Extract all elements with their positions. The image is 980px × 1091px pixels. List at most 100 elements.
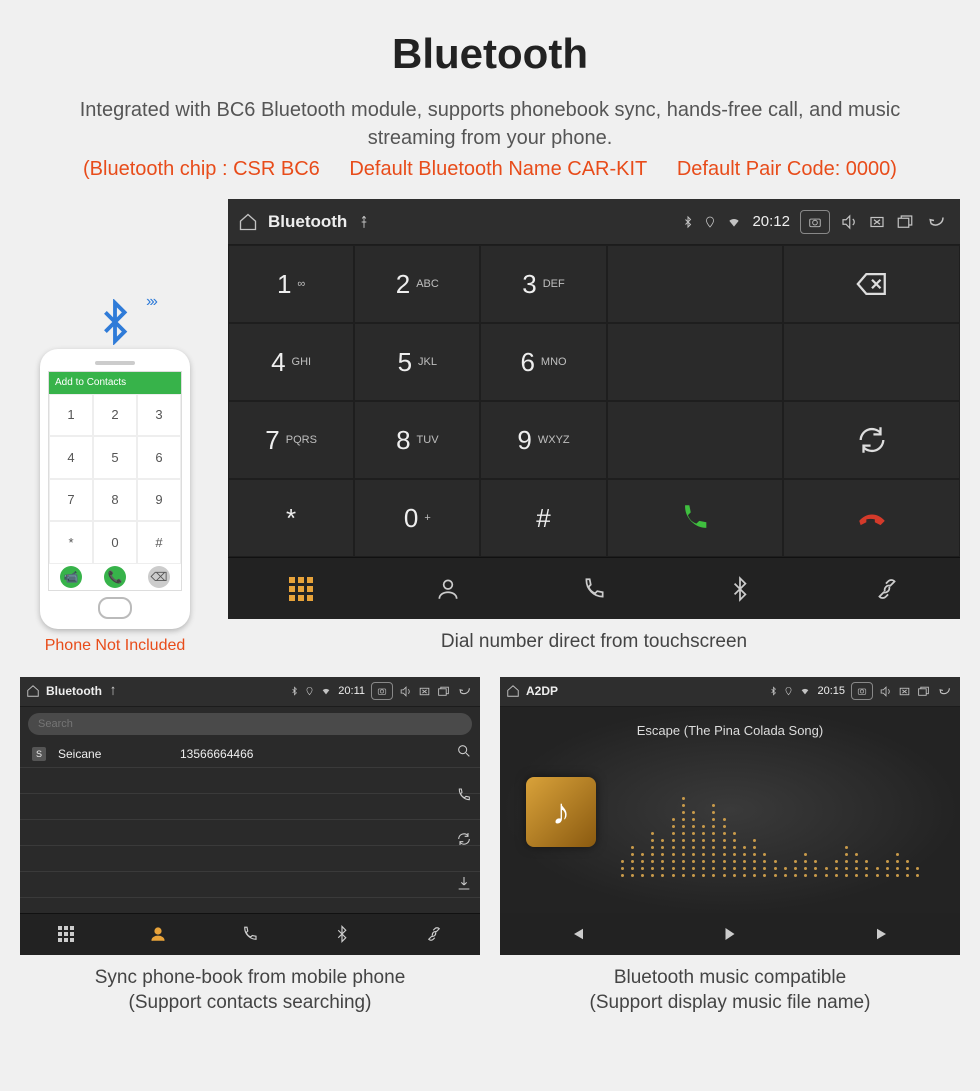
- search-icon[interactable]: [456, 743, 472, 759]
- home-icon[interactable]: [506, 684, 520, 698]
- hangup-button[interactable]: [783, 479, 960, 557]
- album-art-icon: ♪: [526, 777, 596, 847]
- page-title: Bluetooth: [20, 30, 960, 78]
- volume-icon[interactable]: [879, 685, 892, 698]
- volume-icon[interactable]: [840, 213, 858, 231]
- refresh-button[interactable]: [783, 401, 960, 479]
- phone-not-included: Phone Not Included: [45, 637, 186, 655]
- contact-badge: S: [32, 747, 46, 761]
- recent-apps-icon[interactable]: [896, 213, 914, 231]
- wifi-icon: [799, 686, 811, 696]
- search-input[interactable]: [28, 713, 472, 735]
- recent-apps-icon[interactable]: [917, 685, 930, 698]
- contacts-caption: Sync phone-book from mobile phone (Suppo…: [95, 965, 406, 1016]
- empty-row: [20, 872, 480, 898]
- page-subtitle: Integrated with BC6 Bluetooth module, su…: [60, 96, 920, 152]
- camera-icon[interactable]: [800, 210, 830, 234]
- nav-calllog[interactable]: [521, 558, 667, 619]
- phone-mock: Add to Contacts 123456789*0# 📹 📞 ⌫: [40, 349, 190, 629]
- back-icon[interactable]: [936, 685, 954, 698]
- a2dp-title: A2DP: [526, 684, 558, 698]
- nav-contacts[interactable]: [112, 914, 204, 955]
- dial-key-2[interactable]: 2ABC: [354, 245, 480, 323]
- status-time: 20:12: [752, 213, 790, 230]
- back-icon[interactable]: [456, 685, 474, 698]
- dialer-screen: Bluetooth 20:12: [228, 199, 960, 619]
- nav-bluetooth[interactable]: [667, 558, 813, 619]
- dial-key-3[interactable]: 3DEF: [480, 245, 606, 323]
- spec-line: (Bluetooth chip : CSR BC6 Default Blueto…: [20, 158, 960, 181]
- spec-name: Default Bluetooth Name CAR-KIT: [349, 158, 647, 180]
- phone-key: 3: [137, 394, 181, 437]
- contacts-screen: Bluetooth 20:11: [20, 677, 480, 955]
- usb-icon: [108, 686, 118, 696]
- dial-key-0[interactable]: 0+: [354, 479, 480, 557]
- close-icon[interactable]: [898, 685, 911, 698]
- a2dp-screen: A2DP 20:15 Escape (The Pina Colada Song)…: [500, 677, 960, 955]
- phone-key: 7: [49, 479, 93, 522]
- empty-row: [20, 846, 480, 872]
- phone-key: 5: [93, 436, 137, 479]
- nav-bluetooth[interactable]: [296, 914, 388, 955]
- dialer-title: Bluetooth: [268, 212, 347, 232]
- dial-key-4[interactable]: 4GHI: [228, 323, 354, 401]
- spec-chip: (Bluetooth chip : CSR BC6: [83, 158, 320, 180]
- phone-key: 1: [49, 394, 93, 437]
- usb-icon: [357, 215, 371, 229]
- close-icon[interactable]: [868, 213, 886, 231]
- contact-row[interactable]: SSeicane13566664466: [20, 741, 480, 768]
- next-track-button[interactable]: [807, 913, 960, 955]
- nav-pair[interactable]: [814, 558, 960, 619]
- dial-key-6[interactable]: 6MNO: [480, 323, 606, 401]
- empty-cell: [607, 323, 784, 401]
- location-icon: [704, 214, 716, 230]
- dial-key-*[interactable]: *: [228, 479, 354, 557]
- bluetooth-status-icon: [769, 685, 778, 697]
- wifi-icon: [320, 686, 332, 696]
- camera-icon[interactable]: [371, 682, 393, 700]
- phone-key: 0: [93, 521, 137, 564]
- phone-key: #: [137, 521, 181, 564]
- phone-key: 9: [137, 479, 181, 522]
- prev-track-button[interactable]: [500, 913, 653, 955]
- dial-key-1[interactable]: 1∞: [228, 245, 354, 323]
- phone-key: 6: [137, 436, 181, 479]
- dial-key-8[interactable]: 8TUV: [354, 401, 480, 479]
- dial-key-#[interactable]: #: [480, 479, 606, 557]
- empty-row: [20, 794, 480, 820]
- status-time: 20:11: [338, 685, 365, 697]
- volume-icon[interactable]: [399, 685, 412, 698]
- close-icon[interactable]: [418, 685, 431, 698]
- phone-key: *: [49, 521, 93, 564]
- contact-name: Seicane: [58, 747, 168, 761]
- download-icon[interactable]: [456, 875, 472, 891]
- bluetooth-icon: ›››: [92, 299, 138, 345]
- dial-key-9[interactable]: 9WXYZ: [480, 401, 606, 479]
- empty-cell: [607, 245, 784, 323]
- location-icon: [305, 685, 314, 697]
- call-button[interactable]: [607, 479, 784, 557]
- home-icon[interactable]: [26, 684, 40, 698]
- bluetooth-status-icon: [682, 214, 694, 230]
- back-icon[interactable]: [924, 213, 950, 231]
- nav-calllog[interactable]: [204, 914, 296, 955]
- dial-key-7[interactable]: 7PQRS: [228, 401, 354, 479]
- nav-contacts[interactable]: [374, 558, 520, 619]
- dial-key-5[interactable]: 5JKL: [354, 323, 480, 401]
- play-pause-button[interactable]: [653, 913, 806, 955]
- empty-cell: [783, 323, 960, 401]
- nav-pair[interactable]: [388, 914, 480, 955]
- home-icon[interactable]: [238, 212, 258, 232]
- spec-pair: Default Pair Code: 0000): [677, 158, 897, 180]
- refresh-icon[interactable]: [456, 831, 472, 847]
- empty-row: [20, 768, 480, 794]
- empty-cell: [607, 401, 784, 479]
- nav-keypad[interactable]: [20, 914, 112, 955]
- dialer-caption: Dial number direct from touchscreen: [228, 629, 960, 655]
- call-icon[interactable]: [456, 787, 472, 803]
- location-icon: [784, 685, 793, 697]
- backspace-button[interactable]: [783, 245, 960, 323]
- nav-keypad[interactable]: [228, 558, 374, 619]
- recent-apps-icon[interactable]: [437, 685, 450, 698]
- camera-icon[interactable]: [851, 682, 873, 700]
